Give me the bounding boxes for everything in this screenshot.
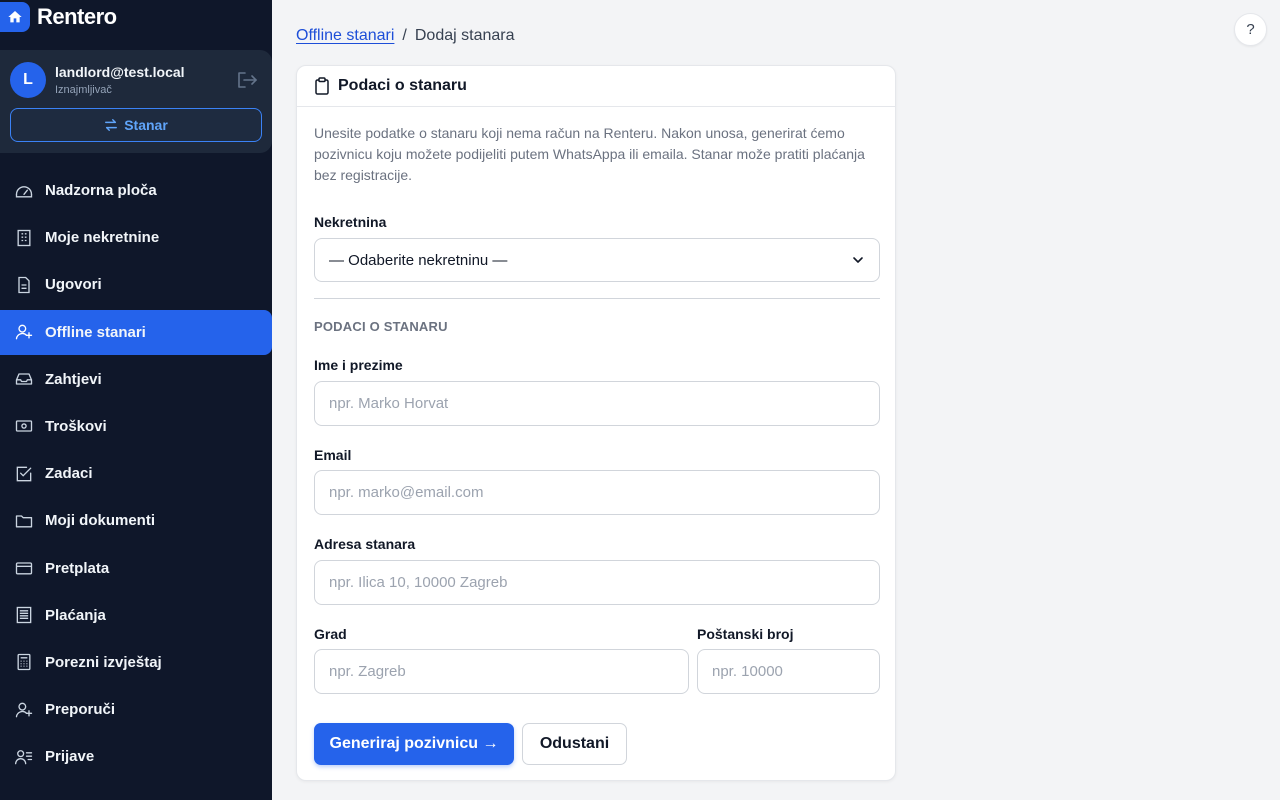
email-label: Email (314, 447, 352, 463)
nav-label: Moje nekretnine (45, 229, 160, 247)
user-plus-icon (15, 702, 33, 717)
document-icon (18, 276, 30, 294)
nav-label: Zadaci (45, 465, 93, 483)
nav-item-nadzorna-ploca[interactable]: Nadzorna ploča (0, 168, 272, 213)
nav-item-placanja[interactable]: Plaćanja (0, 593, 272, 638)
swap-icon (105, 119, 118, 131)
card-title: Podaci o stanaru (338, 77, 467, 94)
breadcrumb: Offline stanari / Dodaj stanara (296, 27, 515, 45)
nav-item-moje-nekretnine[interactable]: Moje nekretnine (0, 215, 272, 260)
users-list-icon (15, 749, 33, 765)
city-label: Grad (314, 626, 347, 642)
property-select[interactable]: — Odaberite nekretninu — (314, 238, 880, 282)
nav-item-prijave[interactable]: Prijave (0, 734, 272, 779)
nav-label: Moji dokumenti (45, 512, 155, 530)
user-card: L landlord@test.local Iznajmljivač Stana… (0, 50, 272, 153)
nav-label: Prijave (45, 748, 95, 766)
checkbox-icon (16, 466, 32, 481)
cash-icon (15, 420, 33, 433)
nav-label: Porezni izvještaj (45, 653, 162, 671)
property-label: Nekretnina (314, 214, 387, 230)
nav-label: Nadzorna ploča (45, 182, 157, 199)
sidebar: Rentero L landlord@test.local Iznajmljiv… (0, 0, 272, 800)
nav-item-moji-dokumenti[interactable]: Moji dokumenti (0, 498, 272, 543)
sidebar-nav: Nadzorna ploča Moje nekretnine Ugovori O… (0, 168, 272, 781)
switch-role-button[interactable]: Stanar (10, 108, 262, 142)
chevron-down-icon (853, 257, 863, 263)
nav-label: Zahtjevi (45, 370, 102, 388)
email-input[interactable] (314, 470, 880, 515)
nav-item-preporuci[interactable]: Preporuči (0, 687, 272, 732)
nav-item-pretplata[interactable]: Pretplata (0, 546, 272, 591)
nav-item-porezni-izvjestaj[interactable]: Porezni izvještaj (0, 640, 272, 685)
calculator-icon (17, 654, 31, 671)
property-select-value: — Odaberite nekretninu — (329, 251, 508, 269)
nav-label: Offline stanari (45, 323, 146, 341)
divider (314, 298, 880, 299)
nav-item-zahtjevi[interactable]: Zahtjevi (0, 357, 272, 402)
card-header: Podaci o stanaru (297, 66, 895, 107)
inbox-icon (15, 373, 33, 385)
tenant-form-card: Podaci o stanaru Unesite podatke o stana… (296, 65, 896, 781)
avatar: L (10, 62, 46, 98)
brand-name: Rentero (37, 4, 117, 29)
intro-text: Unesite podatke o stanaru koji nema raču… (314, 125, 865, 183)
breadcrumb-current: Dodaj stanara (414, 27, 515, 44)
home-icon (0, 2, 30, 32)
credit-card-icon (15, 562, 33, 575)
user-plus-icon (15, 324, 33, 340)
receipt-icon (16, 607, 32, 624)
name-label: Ime i prezime (314, 357, 403, 373)
zip-input[interactable] (697, 649, 880, 694)
section-heading: PODACI O STANARU (314, 319, 448, 334)
switch-role-label: Stanar (124, 117, 168, 133)
gauge-icon (15, 185, 33, 197)
breadcrumb-parent-link[interactable]: Offline stanari (296, 27, 394, 45)
breadcrumb-separator: / (402, 27, 407, 44)
user-role: Iznajmljivač (55, 84, 112, 96)
nav-label: Ugovori (45, 276, 102, 294)
nav-item-troskovi[interactable]: Troškovi (0, 404, 272, 449)
nav-label: Pretplata (45, 559, 110, 577)
user-email: landlord@test.local (55, 64, 185, 80)
address-input[interactable] (314, 560, 880, 605)
nav-item-offline-stanari[interactable]: Offline stanari (0, 309, 272, 355)
clipboard-icon (315, 77, 329, 95)
nav-label: Plaćanja (45, 606, 106, 624)
logout-icon[interactable] (236, 71, 258, 89)
help-button[interactable]: ? (1234, 13, 1267, 46)
folder-icon (15, 515, 33, 528)
nav-label: Preporuči (45, 701, 116, 719)
nav-label: Troškovi (45, 417, 107, 435)
generate-invite-button[interactable]: Generiraj pozivnicu → (314, 723, 514, 765)
city-input[interactable] (314, 649, 689, 694)
zip-label: Poštanski broj (697, 626, 794, 642)
nav-item-zadaci[interactable]: Zadaci (0, 451, 272, 496)
name-input[interactable] (314, 381, 880, 426)
address-label: Adresa stanara (314, 536, 416, 552)
cancel-button[interactable]: Odustani (522, 723, 627, 765)
brand[interactable]: Rentero (0, 2, 117, 32)
building-icon (17, 229, 31, 246)
nav-item-ugovori[interactable]: Ugovori (0, 262, 272, 307)
